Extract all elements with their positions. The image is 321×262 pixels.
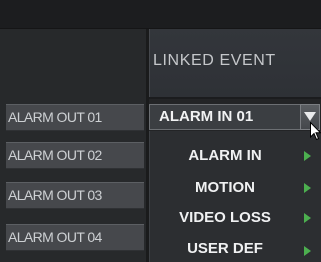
menu-item-video-loss[interactable]: VIDEO LOSS [150, 209, 300, 226]
menu-item-alarm-in[interactable]: ALARM IN [150, 147, 300, 164]
linked-event-header-label: LINKED EVENT [153, 52, 276, 69]
triangle-right-icon [304, 246, 311, 256]
alarm-out-03-row[interactable]: ALARM OUT 03 [6, 182, 144, 209]
alarm-out-04-row[interactable]: ALARM OUT 04 [6, 224, 144, 251]
alarm-out-01-row[interactable]: ALARM OUT 01 [6, 104, 144, 131]
triangle-down-icon [304, 112, 316, 121]
linked-event-select[interactable]: ALARM IN 01 [149, 104, 302, 130]
triangle-right-icon [304, 213, 311, 223]
menu-item-motion[interactable]: MOTION [150, 179, 300, 196]
mouse-pointer-icon [310, 122, 321, 141]
triangle-right-icon [304, 151, 311, 161]
alarm-out-02-row[interactable]: ALARM OUT 02 [6, 142, 144, 169]
top-bar [0, 0, 321, 29]
triangle-right-icon [304, 183, 311, 193]
menu-item-user-def[interactable]: USER DEF [150, 240, 300, 257]
header-divider [149, 97, 321, 99]
